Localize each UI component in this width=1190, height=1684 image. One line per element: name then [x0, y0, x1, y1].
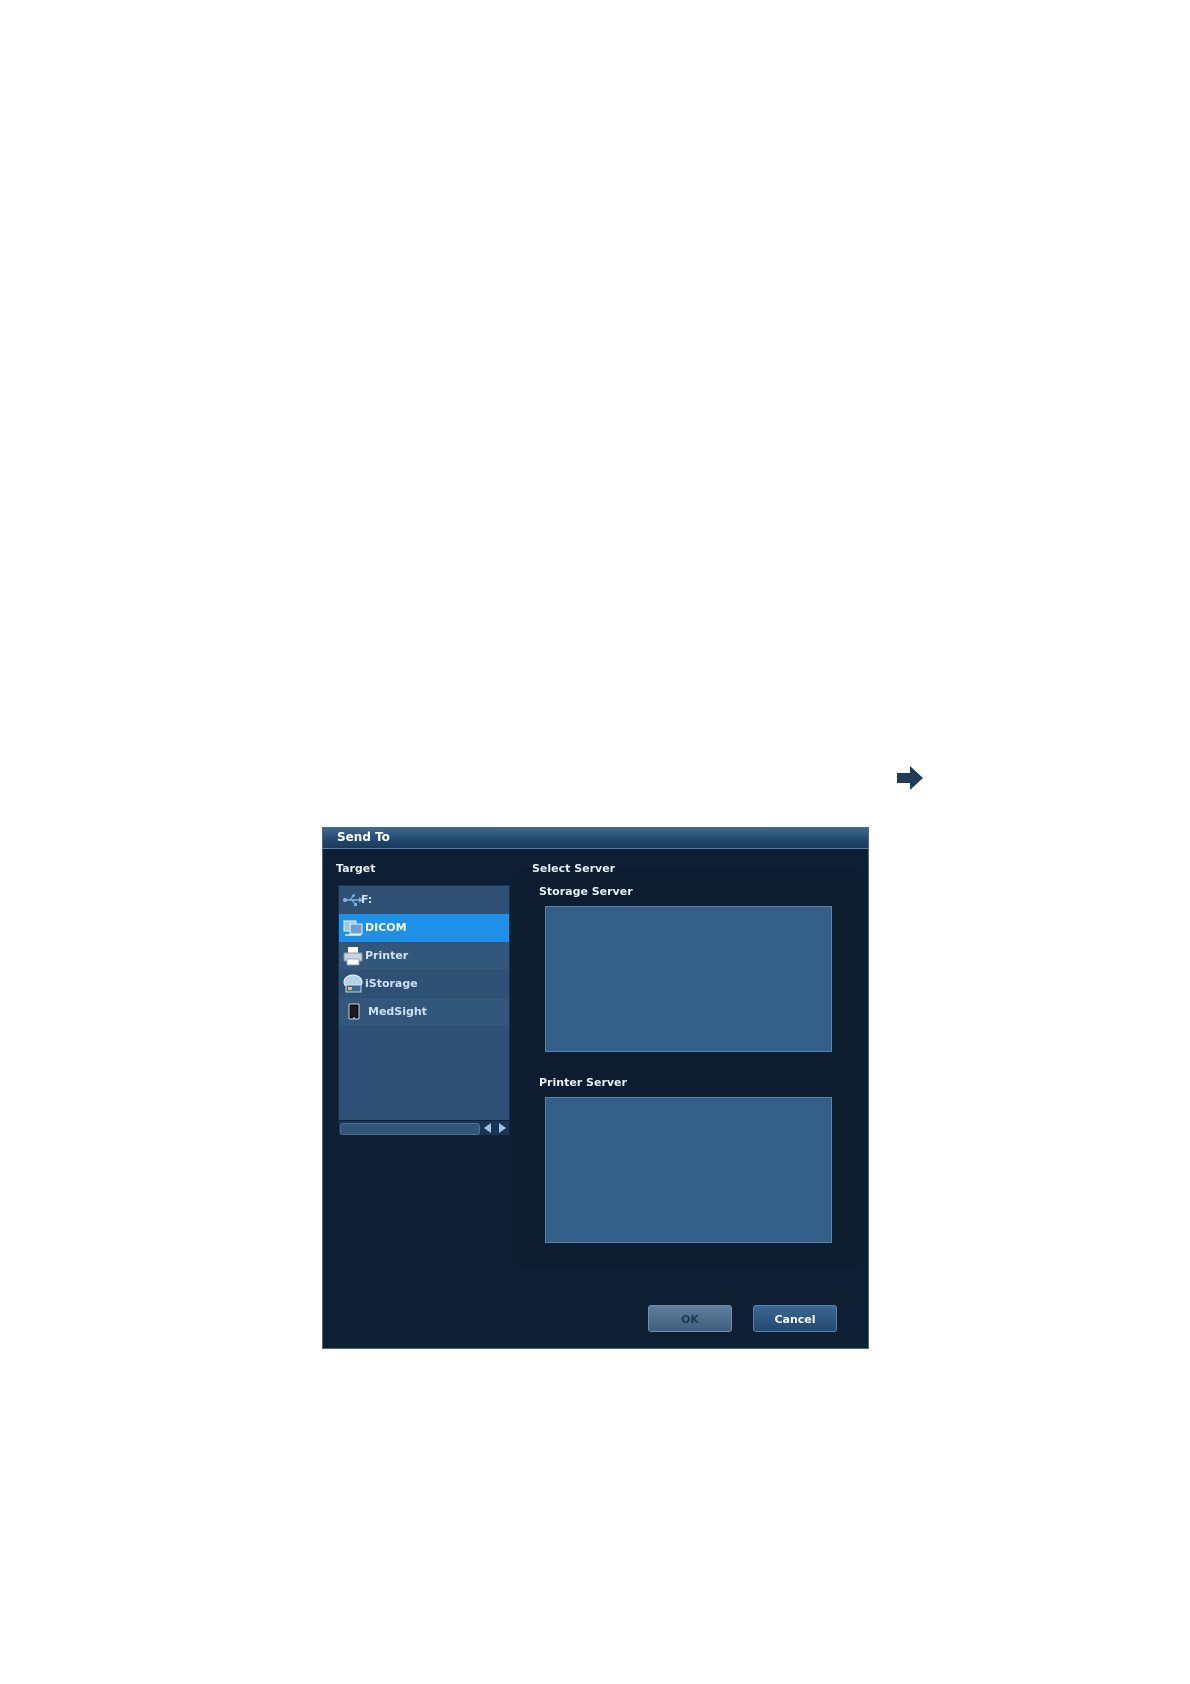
printer-server-list[interactable] — [545, 1097, 832, 1243]
target-item-label: F: — [361, 893, 373, 906]
target-list: F: DICOM Printer iStorage MedSight — [338, 885, 510, 1121]
horizontal-scrollbar[interactable] — [338, 1120, 510, 1136]
scroll-left-icon[interactable] — [481, 1122, 495, 1134]
target-item-printer[interactable]: Printer — [339, 942, 509, 970]
dialog-titlebar: Send To — [323, 828, 868, 849]
scroll-right-icon[interactable] — [495, 1122, 509, 1134]
storage-server-label: Storage Server — [539, 885, 633, 898]
scrollbar-thumb[interactable] — [340, 1123, 480, 1135]
ok-button[interactable]: OK — [648, 1305, 732, 1332]
target-item-usb[interactable]: F: — [339, 886, 509, 914]
tablet-icon — [348, 1003, 360, 1020]
istorage-icon — [343, 974, 363, 993]
target-item-label: iStorage — [365, 977, 418, 990]
dicom-icon — [343, 920, 363, 936]
arrow-right-icon — [897, 766, 923, 790]
storage-server-list[interactable] — [545, 906, 832, 1052]
target-item-label: MedSight — [368, 1005, 427, 1018]
target-item-istorage[interactable]: iStorage — [339, 970, 509, 998]
target-item-medsight[interactable]: MedSight — [339, 998, 509, 1026]
target-item-label: Printer — [365, 949, 409, 962]
target-item-dicom[interactable]: DICOM — [339, 914, 509, 942]
printer-icon — [343, 947, 363, 966]
target-item-label: DICOM — [365, 921, 407, 934]
select-server-label: Select Server — [532, 862, 616, 875]
send-to-dialog: Send To Target F: DICOM Printer iStorage… — [322, 827, 869, 1349]
cancel-button[interactable]: Cancel — [753, 1305, 837, 1332]
printer-server-label: Printer Server — [539, 1076, 627, 1089]
dialog-title: Send To — [337, 830, 390, 844]
target-label: Target — [336, 862, 376, 875]
